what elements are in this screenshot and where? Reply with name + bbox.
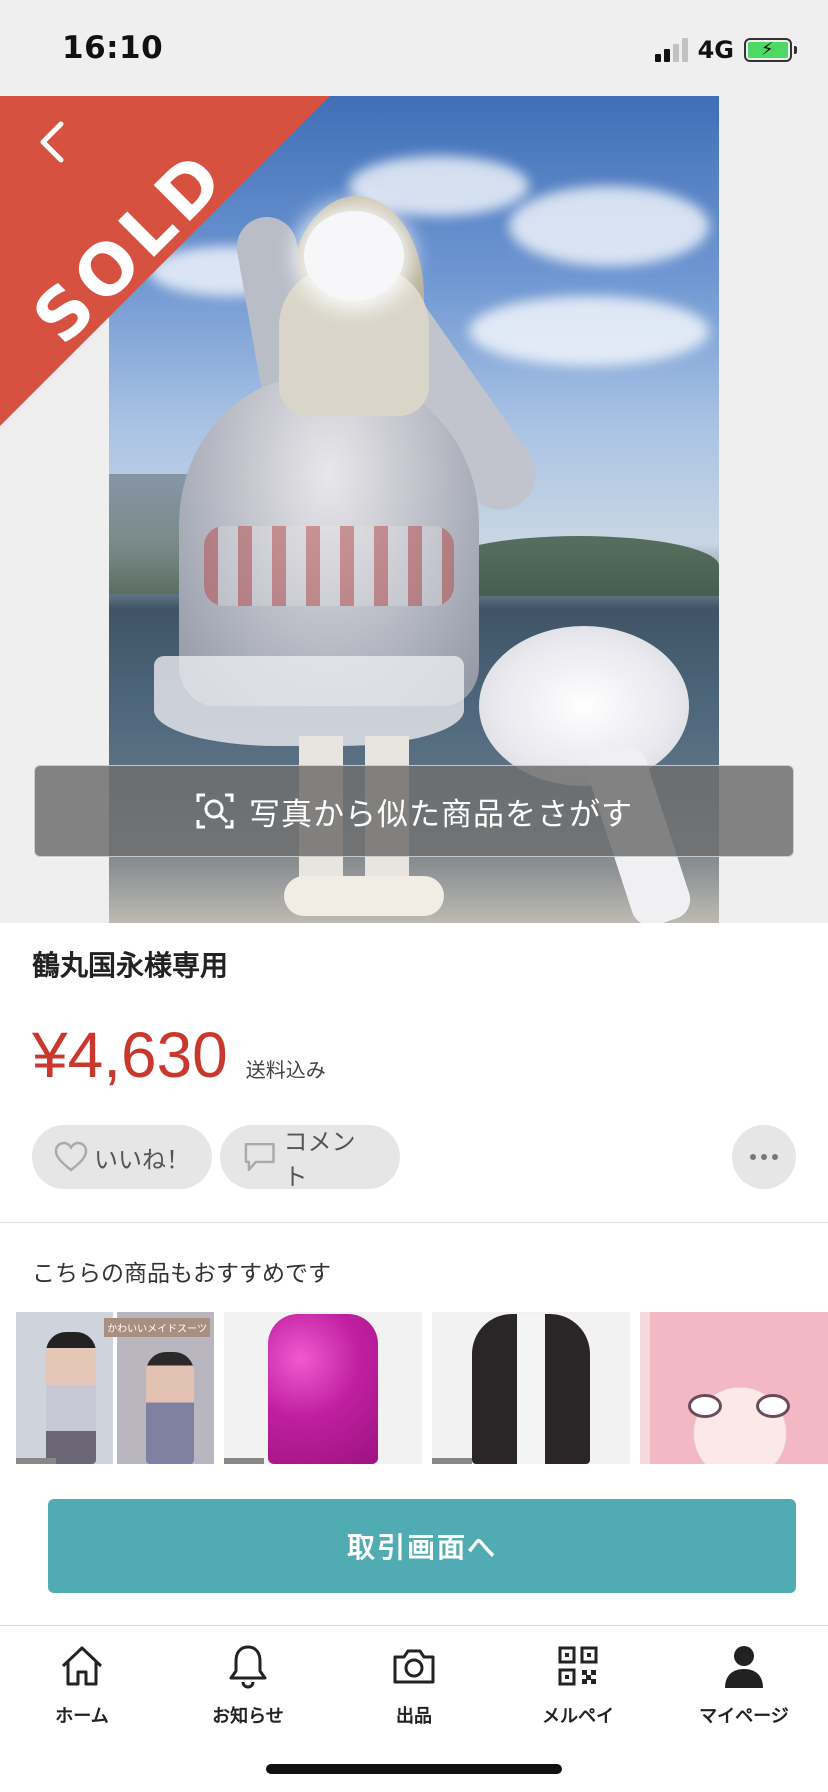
cta-label: 取引画面へ [346, 1531, 497, 1564]
price-row: ¥4,630 送料込み [32, 1018, 326, 1092]
user-icon [718, 1640, 770, 1692]
recommendations-row: かわいいメイドスーツ [16, 1312, 828, 1464]
tab-label: マイページ [699, 1706, 789, 1727]
recommendation-item[interactable] [640, 1312, 828, 1464]
back-button[interactable] [26, 116, 78, 168]
product-photo-area[interactable]: SOLD 写真から似た商品をさがす [0, 96, 828, 923]
go-to-transaction-button[interactable]: 取引画面へ [48, 1499, 796, 1593]
divider [0, 1222, 828, 1223]
shipping-label: 送料込み [245, 1058, 326, 1082]
heart-icon [54, 1141, 88, 1172]
status-bar: 16:10 4G ⚡ [0, 0, 828, 96]
home-icon [56, 1640, 108, 1692]
similar-search-button[interactable]: 写真から似た商品をさがす [34, 765, 794, 857]
more-dot [750, 1154, 756, 1160]
status-indicators: 4G ⚡ [654, 36, 797, 64]
camera-icon [388, 1640, 440, 1692]
like-button[interactable]: いいね！ [32, 1125, 212, 1189]
signal-icon [654, 38, 688, 62]
more-dot [761, 1154, 767, 1160]
recommendation-item[interactable] [224, 1312, 422, 1464]
tab-label: お知らせ [212, 1706, 284, 1727]
like-label: いいね！ [94, 1145, 190, 1174]
recommendations-title: こちらの商品もおすすめです [32, 1261, 331, 1287]
item-price: ¥4,630 [32, 1019, 228, 1091]
bottom-action-area: 取引画面へ [0, 1465, 828, 1625]
tab-sell[interactable]: 出品 [344, 1640, 484, 1750]
item-actions: いいね！ コメント [32, 1125, 796, 1191]
comment-icon [244, 1142, 275, 1172]
battery-icon: ⚡ [744, 38, 797, 62]
item-title: 鶴丸国永様専用 [32, 949, 229, 982]
more-dot [772, 1154, 778, 1160]
tab-home[interactable]: ホーム [12, 1640, 152, 1750]
bell-icon [222, 1640, 274, 1692]
tab-label: 出品 [396, 1706, 432, 1727]
recommendation-item[interactable]: かわいいメイドスーツ [16, 1312, 214, 1464]
tab-label: メルペイ [542, 1706, 614, 1727]
more-options-button[interactable] [732, 1125, 796, 1189]
status-time: 16:10 [62, 30, 164, 66]
home-indicator[interactable] [266, 1764, 562, 1774]
image-search-icon [196, 793, 234, 829]
comment-label: コメント [283, 1128, 356, 1191]
recommendation-item[interactable] [432, 1312, 630, 1464]
tab-label: ホーム [55, 1706, 109, 1727]
qr-code-icon [552, 1640, 604, 1692]
similar-search-label: 写真から似た商品をさがす [249, 796, 633, 833]
tab-mypage[interactable]: マイページ [674, 1640, 814, 1750]
recommendation-tag: かわいいメイドスーツ [104, 1318, 210, 1337]
tab-merpay[interactable]: メルペイ [508, 1640, 648, 1750]
chevron-left-icon [40, 121, 64, 163]
tab-notifications[interactable]: お知らせ [178, 1640, 318, 1750]
comment-button[interactable]: コメント [220, 1125, 400, 1191]
network-type: 4G [697, 36, 734, 64]
